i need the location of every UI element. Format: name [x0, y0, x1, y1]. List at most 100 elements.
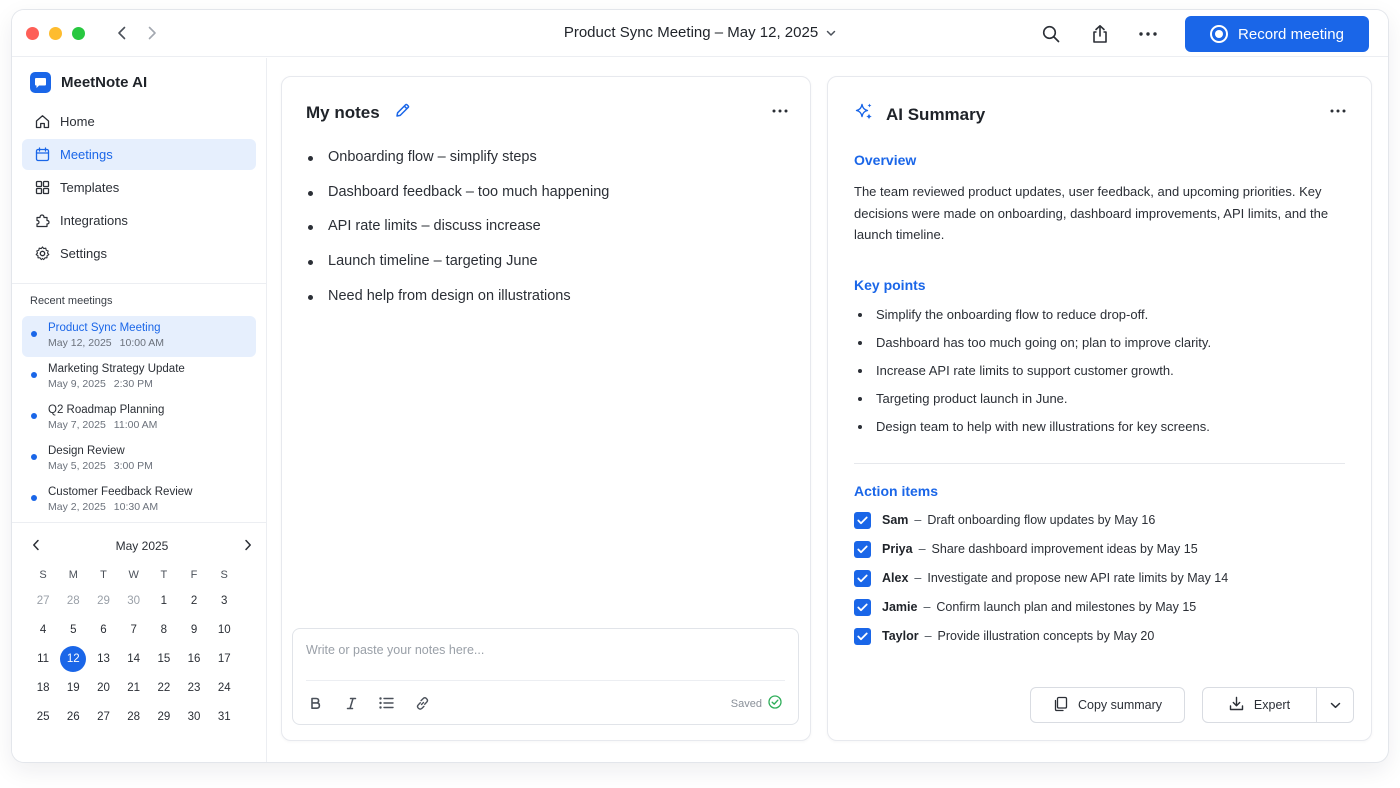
share-icon[interactable] — [1088, 22, 1112, 46]
key-point-item: Simplify the onboarding flow to reduce d… — [858, 307, 1211, 335]
calendar-day[interactable]: 5 — [58, 615, 88, 644]
checkbox-checked-icon[interactable] — [854, 570, 871, 587]
recent-meeting-item[interactable]: Q2 Roadmap Planning May 7, 2025 11:00 AM — [22, 398, 256, 439]
bullet — [308, 156, 313, 161]
calendar-day[interactable]: 11 — [28, 644, 58, 673]
notes-list: Onboarding flow – simplify steps Dashboa… — [308, 149, 609, 322]
calendar-day[interactable]: 12 — [58, 644, 88, 673]
list-icon[interactable] — [376, 693, 396, 713]
calendar-day[interactable]: 4 — [28, 615, 58, 644]
mini-calendar: May 2025 S M T W T F S 27 28 29 30 1 2 3 4 5 6 7 8 9 10 11 12 1… — [28, 536, 256, 731]
note-text: Launch timeline – targeting June — [328, 253, 538, 270]
calendar-day[interactable]: 27 — [28, 586, 58, 615]
checkbox-checked-icon[interactable] — [854, 628, 871, 645]
calendar-day[interactable]: 27 — [88, 702, 118, 731]
calendar-day[interactable]: 9 — [179, 615, 209, 644]
calendar-day[interactable]: 6 — [88, 615, 118, 644]
note-item[interactable]: Onboarding flow – simplify steps — [308, 149, 609, 184]
editor-divider — [306, 680, 785, 681]
download-icon — [1229, 696, 1244, 714]
calendar-day[interactable]: 24 — [209, 673, 239, 702]
title-bar: Product Sync Meeting – May 12, 2025 Reco… — [12, 10, 1388, 57]
calendar-day[interactable]: 31 — [209, 702, 239, 731]
calendar-day[interactable]: 18 — [28, 673, 58, 702]
calendar-day[interactable]: 23 — [179, 673, 209, 702]
more-icon[interactable] — [1136, 22, 1160, 46]
chevron-right-icon[interactable] — [244, 539, 252, 554]
calendar-day[interactable]: 29 — [88, 586, 118, 615]
export-options-dropdown[interactable] — [1317, 688, 1353, 722]
key-point-text: Targeting product launch in June. — [876, 391, 1068, 406]
recent-meeting-datetime: May 5, 2025 3:00 PM — [48, 459, 256, 474]
calendar-day[interactable]: 3 — [209, 586, 239, 615]
calendar-day[interactable]: 16 — [179, 644, 209, 673]
note-item[interactable]: Launch timeline – targeting June — [308, 253, 609, 288]
export-split-button: Expert — [1202, 687, 1354, 723]
export-button[interactable]: Expert — [1203, 688, 1317, 722]
sidebar-item-templates[interactable]: Templates — [22, 172, 256, 203]
calendar-day[interactable]: 30 — [179, 702, 209, 731]
key-point-item: Dashboard has too much going on; plan to… — [858, 335, 1211, 363]
calendar-day[interactable]: 22 — [149, 673, 179, 702]
checkbox-checked-icon[interactable] — [854, 541, 871, 558]
record-icon — [1210, 25, 1229, 43]
grid-icon — [34, 180, 50, 196]
calendar-day[interactable]: 19 — [58, 673, 88, 702]
note-item[interactable]: API rate limits – discuss increase — [308, 218, 609, 253]
calendar-day-number: 17 — [217, 652, 231, 665]
recent-meeting-item[interactable]: Marketing Strategy Update May 9, 2025 2:3… — [22, 357, 256, 398]
record-meeting-button[interactable]: Record meeting — [1185, 16, 1369, 52]
chevron-left-icon[interactable] — [32, 539, 40, 554]
calendar-day[interactable]: 17 — [209, 644, 239, 673]
checkbox-checked-icon[interactable] — [854, 599, 871, 616]
calendar-day-number: 22 — [157, 681, 171, 694]
copy-summary-button[interactable]: Copy summary — [1030, 687, 1185, 723]
sidebar-item-meetings[interactable]: Meetings — [22, 139, 256, 170]
sidebar-item-integrations[interactable]: Integrations — [22, 205, 256, 236]
more-icon[interactable] — [1328, 101, 1348, 121]
pencil-icon[interactable] — [394, 102, 411, 124]
calendar-day[interactable]: 15 — [149, 644, 179, 673]
calendar-day[interactable]: 21 — [119, 673, 149, 702]
recent-meeting-item[interactable]: Product Sync Meeting May 12, 2025 10:00 A… — [22, 316, 256, 357]
summary-divider — [854, 463, 1345, 464]
notes-input[interactable] — [306, 643, 776, 657]
sidebar-item-settings[interactable]: Settings — [22, 238, 256, 269]
action-item: Jamie – Confirm launch plan and milestones… — [854, 599, 1228, 629]
bold-icon[interactable] — [305, 693, 325, 713]
calendar-day[interactable]: 20 — [88, 673, 118, 702]
calendar-day[interactable]: 25 — [28, 702, 58, 731]
calendar-day[interactable]: 28 — [119, 702, 149, 731]
more-icon[interactable] — [770, 101, 790, 121]
key-point-item: Design team to help with new illustratio… — [858, 419, 1211, 447]
calendar-day[interactable]: 13 — [88, 644, 118, 673]
calendar-day[interactable]: 29 — [149, 702, 179, 731]
calendar-day-number: 16 — [187, 652, 201, 665]
action-item: Priya – Share dashboard improvement ideas … — [854, 541, 1228, 571]
calendar-day[interactable]: 28 — [58, 586, 88, 615]
calendar-day[interactable]: 26 — [58, 702, 88, 731]
calendar-day[interactable]: 7 — [119, 615, 149, 644]
calendar-day-number: 25 — [36, 710, 50, 723]
note-item[interactable]: Need help from design on illustrations — [308, 288, 609, 323]
bullet — [858, 313, 862, 317]
calendar-day[interactable]: 8 — [149, 615, 179, 644]
calendar-day[interactable]: 1 — [149, 586, 179, 615]
link-icon[interactable] — [412, 693, 432, 713]
meeting-title-dropdown[interactable]: Product Sync Meeting – May 12, 2025 — [12, 24, 1388, 41]
calendar-day-number: 12 — [60, 645, 87, 672]
calendar-day[interactable]: 14 — [119, 644, 149, 673]
recent-meeting-item[interactable]: Customer Feedback Review May 2, 2025 10:3… — [22, 480, 256, 521]
search-icon[interactable] — [1039, 22, 1063, 46]
calendar-day[interactable]: 10 — [209, 615, 239, 644]
italic-icon[interactable] — [341, 693, 361, 713]
checkbox-checked-icon[interactable] — [854, 512, 871, 529]
key-point-text: Increase API rate limits to support cust… — [876, 363, 1174, 378]
recent-meeting-item[interactable]: Design Review May 5, 2025 3:00 PM — [22, 439, 256, 480]
calendar-day[interactable]: 30 — [119, 586, 149, 615]
note-text: Onboarding flow – simplify steps — [328, 149, 537, 165]
note-item[interactable]: Dashboard feedback – too much happening — [308, 184, 609, 219]
recent-meeting-time: 11:00 AM — [113, 419, 158, 431]
calendar-day[interactable]: 2 — [179, 586, 209, 615]
sidebar-item-home[interactable]: Home — [22, 106, 256, 137]
